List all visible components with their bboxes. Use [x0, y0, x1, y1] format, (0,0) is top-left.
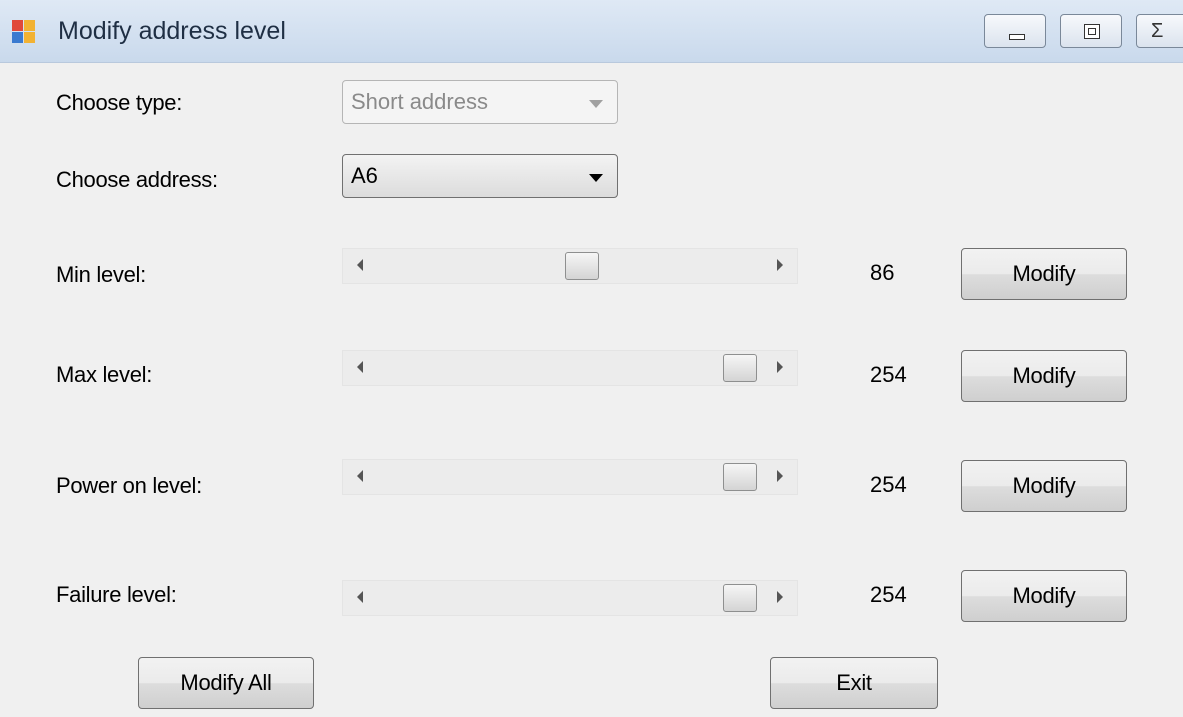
- maximize-button[interactable]: [1060, 14, 1122, 48]
- modify-all-button[interactable]: Modify All: [138, 657, 314, 709]
- window-title: Modify address level: [58, 17, 286, 45]
- modify-max-level-button[interactable]: Modify: [961, 350, 1127, 402]
- failure-level-slider-thumb[interactable]: [723, 584, 757, 612]
- max-level-slider-thumb[interactable]: [723, 354, 757, 382]
- min-level-slider-thumb[interactable]: [564, 252, 599, 280]
- scroll-left-icon[interactable]: [357, 591, 363, 603]
- exit-button[interactable]: Exit: [770, 657, 938, 709]
- modify-min-level-button[interactable]: Modify: [961, 248, 1127, 300]
- scroll-right-icon[interactable]: [777, 470, 783, 482]
- minimize-button[interactable]: [984, 14, 1046, 48]
- modify-failure-level-button[interactable]: Modify: [961, 570, 1127, 622]
- scroll-left-icon[interactable]: [357, 259, 363, 271]
- choose-type-value: Short address: [351, 89, 488, 114]
- failure-level-value: 254: [870, 582, 907, 607]
- min-level-slider[interactable]: [342, 248, 798, 284]
- choose-type-label: Choose type:: [56, 90, 183, 115]
- scroll-right-icon[interactable]: [777, 361, 783, 373]
- max-level-slider[interactable]: [342, 350, 798, 386]
- power-on-level-slider[interactable]: [342, 459, 798, 495]
- minimize-icon: [1009, 34, 1025, 40]
- choose-address-label: Choose address:: [56, 167, 218, 192]
- restore-icon: [1084, 24, 1100, 39]
- chevron-down-icon: [589, 100, 603, 108]
- chevron-down-icon: [589, 174, 603, 182]
- scroll-right-icon[interactable]: [777, 259, 783, 271]
- scroll-right-icon[interactable]: [777, 591, 783, 603]
- close-icon: Σ: [1151, 20, 1164, 42]
- power-on-level-label: Power on level:: [56, 473, 202, 498]
- app-icon: [12, 20, 36, 44]
- choose-address-select[interactable]: A6: [342, 154, 618, 198]
- failure-level-slider[interactable]: [342, 580, 798, 616]
- failure-level-label: Failure level:: [56, 582, 177, 607]
- choose-type-select[interactable]: Short address: [342, 80, 618, 124]
- power-on-level-value: 254: [870, 472, 907, 497]
- choose-address-value: A6: [351, 163, 378, 188]
- scroll-left-icon[interactable]: [357, 470, 363, 482]
- scroll-left-icon[interactable]: [357, 361, 363, 373]
- min-level-label: Min level:: [56, 262, 146, 287]
- max-level-value: 254: [870, 362, 907, 387]
- close-button[interactable]: Σ: [1136, 14, 1183, 48]
- max-level-label: Max level:: [56, 362, 153, 387]
- min-level-value: 86: [870, 260, 895, 285]
- modify-power-on-level-button[interactable]: Modify: [961, 460, 1127, 512]
- power-on-level-slider-thumb[interactable]: [723, 463, 757, 491]
- title-bar: Modify address level Σ: [0, 0, 1183, 63]
